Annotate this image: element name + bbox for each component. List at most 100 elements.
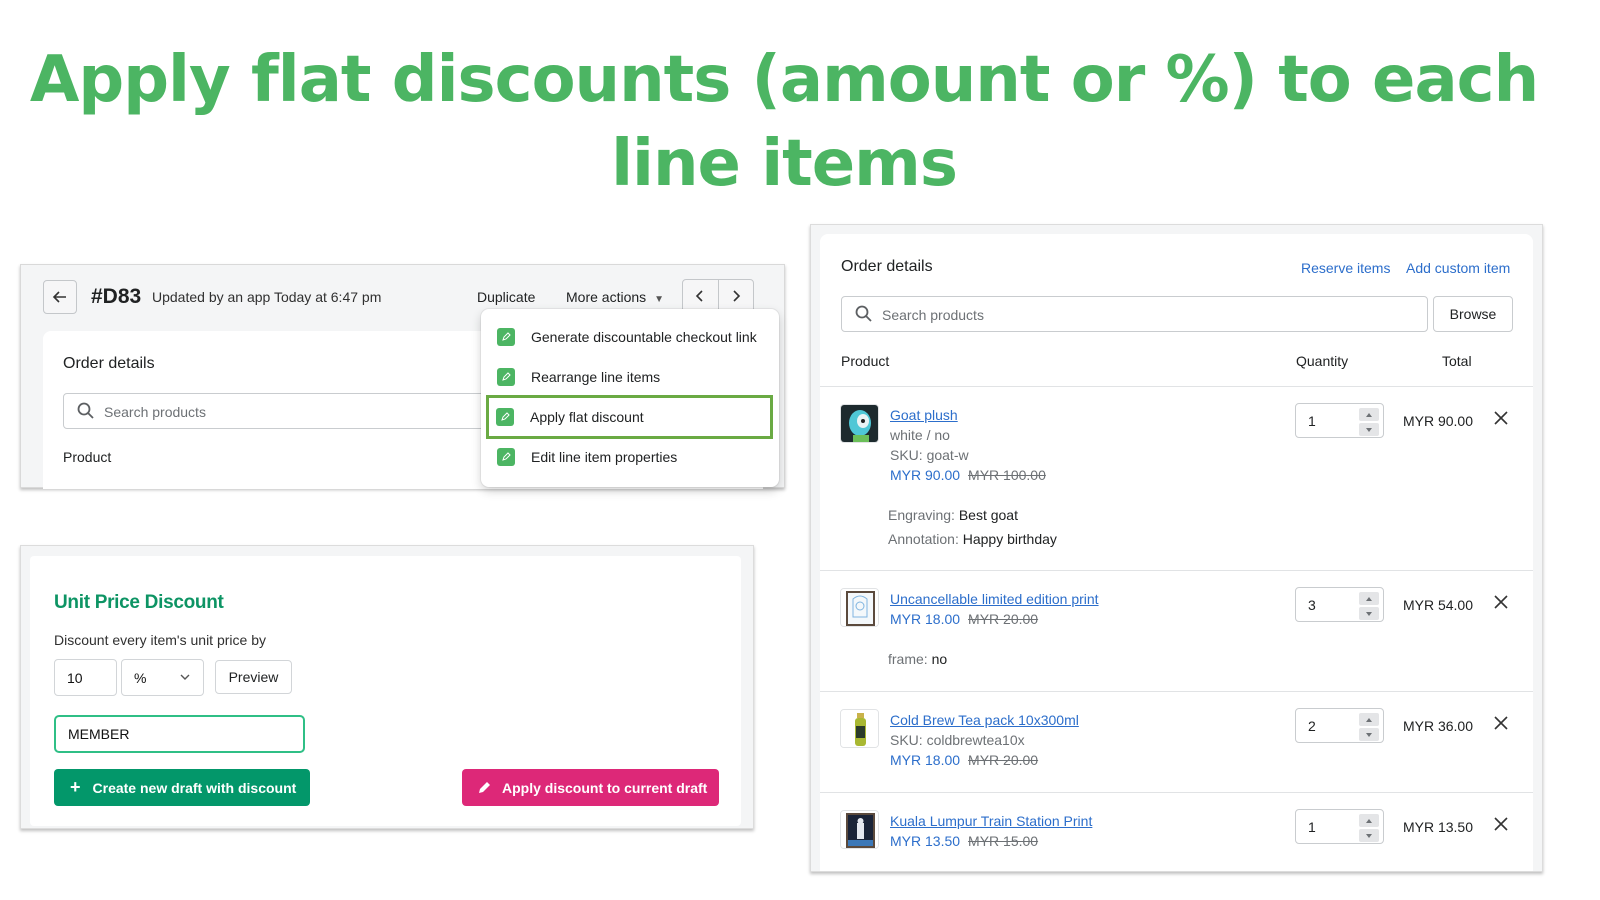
discount-unit-value: % <box>134 670 147 686</box>
discount-form-panel: Unit Price Discount Discount every item'… <box>20 545 754 829</box>
quantity-stepper[interactable]: 2 <box>1295 708 1384 743</box>
increment-button[interactable] <box>1359 814 1379 827</box>
product-column-header: Product <box>841 353 890 369</box>
caret-up-icon <box>1366 412 1372 417</box>
product-thumbnail <box>840 709 879 748</box>
browse-button[interactable]: Browse <box>1433 296 1513 332</box>
quantity-stepper[interactable]: 3 <box>1295 587 1384 622</box>
chevron-right-icon <box>733 290 740 302</box>
pencil-icon <box>476 780 492 796</box>
product-price: MYR 90.00 MYR 100.00 <box>890 467 1046 483</box>
search-products-input[interactable]: Search products <box>841 296 1428 332</box>
app-pencil-icon <box>497 448 515 466</box>
next-order-button[interactable] <box>719 280 754 312</box>
increment-button[interactable] <box>1359 408 1379 421</box>
previous-order-button[interactable] <box>683 280 719 312</box>
remove-item-icon[interactable] <box>1494 716 1508 730</box>
caret-down-icon <box>1366 611 1372 616</box>
line-total: MYR 54.00 <box>1402 597 1473 613</box>
quantity-stepper[interactable]: 1 <box>1295 403 1384 438</box>
discounted-price: MYR 13.50 <box>890 833 961 849</box>
caret-down-icon <box>1366 833 1372 838</box>
search-icon <box>77 402 94 419</box>
caret-up-icon <box>1366 596 1372 601</box>
search-products-input[interactable]: Search products <box>63 393 493 429</box>
line-total: MYR 36.00 <box>1402 718 1473 734</box>
decrement-button[interactable] <box>1359 728 1379 741</box>
headline-line-2: line items <box>611 127 958 201</box>
menu-item-generate-checkout-link[interactable]: Generate discountable checkout link <box>487 317 773 357</box>
product-price: MYR 13.50 MYR 15.00 <box>890 833 1038 849</box>
create-draft-button[interactable]: + Create new draft with discount <box>54 769 310 806</box>
quantity-value: 3 <box>1308 597 1316 613</box>
product-price: MYR 18.00 MYR 20.00 <box>890 611 1038 627</box>
card-title: Order details <box>63 355 155 372</box>
menu-item-apply-flat-discount[interactable]: Apply flat discount <box>486 395 773 439</box>
headline: Apply flat discounts (amount or %) to ea… <box>0 38 1568 206</box>
quantity-value: 1 <box>1308 819 1316 835</box>
decrement-button[interactable] <box>1359 607 1379 620</box>
menu-item-label: Rearrange line items <box>531 369 661 385</box>
line-item: Uncancellable limited edition print MYR … <box>820 571 1533 692</box>
add-custom-item-link[interactable]: Add custom item <box>1406 260 1510 276</box>
plus-icon: + <box>70 777 81 797</box>
order-id: #D83 <box>91 285 142 308</box>
decrement-button[interactable] <box>1359 829 1379 842</box>
discount-form-description: Discount every item's unit price by <box>54 632 266 648</box>
menu-item-label: Edit line item properties <box>531 449 678 465</box>
product-thumbnail <box>840 404 879 443</box>
order-updated-meta: Updated by an app Today at 6:47 pm <box>152 289 382 305</box>
original-price: MYR 100.00 <box>968 467 1046 483</box>
app-pencil-icon <box>496 408 514 426</box>
increment-button[interactable] <box>1359 592 1379 605</box>
order-details-card: Order details Reserve items Add custom i… <box>820 234 1533 871</box>
menu-item-edit-line-item-properties[interactable]: Edit line item properties <box>487 437 773 477</box>
product-thumbnail <box>840 810 879 849</box>
product-name-link[interactable]: Goat plush <box>890 407 958 423</box>
order-details-panel: Order details Reserve items Add custom i… <box>810 224 1543 872</box>
line-item-property: frame: no <box>888 651 947 667</box>
property-key: Engraving: <box>888 507 955 523</box>
line-item-property: Engraving: Best goat <box>888 507 1018 523</box>
original-price: MYR 20.00 <box>968 752 1039 768</box>
remove-item-icon[interactable] <box>1494 595 1508 609</box>
remove-item-icon[interactable] <box>1494 411 1508 425</box>
apply-discount-button[interactable]: Apply discount to current draft <box>462 769 719 806</box>
discounted-price: MYR 18.00 <box>890 611 961 627</box>
duplicate-button[interactable]: Duplicate <box>477 289 535 305</box>
line-item: Cold Brew Tea pack 10x300ml SKU: coldbre… <box>820 692 1533 793</box>
menu-item-label: Apply flat discount <box>530 409 644 425</box>
property-value: no <box>931 651 948 667</box>
discount-code-input[interactable]: MEMBER <box>54 715 305 753</box>
product-thumbnail <box>840 588 879 627</box>
order-pager <box>682 279 754 313</box>
property-key: frame: <box>888 651 928 667</box>
discount-amount-input[interactable]: 10 <box>54 659 117 696</box>
more-actions-button[interactable]: More actions ▼ <box>566 289 664 305</box>
product-variant: white / no <box>890 427 950 443</box>
increment-button[interactable] <box>1359 713 1379 726</box>
back-button[interactable] <box>43 280 77 314</box>
chevron-down-icon <box>180 674 190 680</box>
decrement-button[interactable] <box>1359 423 1379 436</box>
line-total: MYR 90.00 <box>1402 413 1473 429</box>
search-placeholder: Search products <box>104 404 206 420</box>
reserve-items-link[interactable]: Reserve items <box>1301 260 1390 276</box>
quantity-stepper[interactable]: 1 <box>1295 809 1384 844</box>
product-name-link[interactable]: Kuala Lumpur Train Station Print <box>890 813 1092 829</box>
product-name-link[interactable]: Cold Brew Tea pack 10x300ml <box>890 712 1079 728</box>
menu-item-rearrange-line-items[interactable]: Rearrange line items <box>487 357 773 397</box>
preview-button[interactable]: Preview <box>215 660 292 694</box>
discounted-price: MYR 18.00 <box>890 752 961 768</box>
app-pencil-icon <box>497 328 515 346</box>
property-key: Annotation: <box>888 531 959 547</box>
caret-down-icon <box>1366 732 1372 737</box>
line-item-property: Annotation: Happy birthday <box>888 531 1057 547</box>
apply-discount-label: Apply discount to current draft <box>502 779 708 796</box>
remove-item-icon[interactable] <box>1494 817 1508 831</box>
line-item: Kuala Lumpur Train Station Print MYR 13.… <box>820 793 1533 871</box>
property-value: Happy birthday <box>962 531 1057 547</box>
product-name-link[interactable]: Uncancellable limited edition print <box>890 591 1099 607</box>
caret-down-icon: ▼ <box>654 294 665 305</box>
discount-unit-select[interactable]: % <box>121 659 204 696</box>
